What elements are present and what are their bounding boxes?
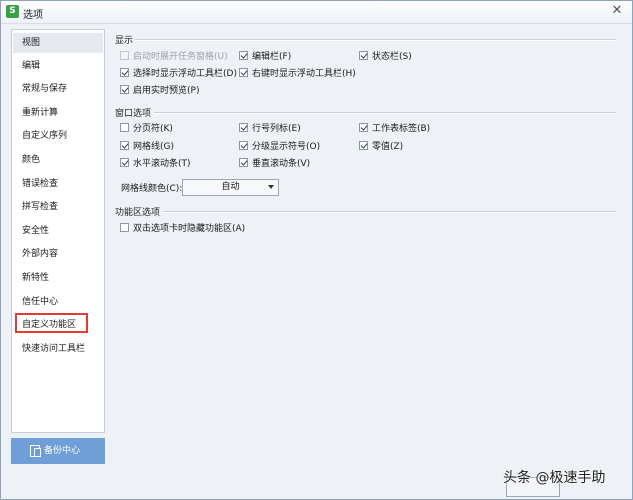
option-float-toolbar-rightclick[interactable]: 右键时显示浮动工具栏(H) — [239, 67, 356, 81]
sidebar-item-security[interactable]: 安全性 — [13, 221, 103, 241]
option-hide-ribbon-dblclick[interactable]: 双击选项卡时隐藏功能区(A) — [120, 222, 245, 236]
option-outline-symbols[interactable]: 分级显示符号(O) — [239, 140, 320, 154]
option-label: 垂直滚动条(V) — [252, 159, 311, 169]
divider — [154, 112, 616, 114]
option-label: 分级显示符号(O) — [252, 142, 321, 152]
option-label: 工作表标签(B) — [372, 124, 431, 134]
dialog-title: 选项 — [23, 10, 43, 21]
option-label: 启动时展开任务窗格(U) — [133, 52, 228, 62]
title-bar: S 选项 ✕ — [1, 1, 632, 24]
section-title-window-options: 窗口选项 — [115, 109, 152, 119]
checkbox[interactable] — [120, 123, 129, 132]
option-live-preview[interactable]: 启用实时预览(P) — [120, 84, 199, 98]
option-label: 启用实时预览(P) — [133, 86, 200, 96]
option-gridlines[interactable]: 网格线(G) — [120, 140, 174, 154]
option-label: 行号列标(E) — [252, 124, 301, 134]
gridline-color-select[interactable]: 自动 — [182, 179, 279, 196]
option-label: 选择时显示浮动工具栏(D) — [133, 69, 237, 79]
checkbox[interactable] — [239, 68, 248, 77]
sidebar-item-edit[interactable]: 编辑 — [13, 56, 103, 76]
option-horizontal-scrollbar[interactable]: 水平滚动条(T) — [120, 157, 191, 171]
highlight-box — [15, 313, 88, 333]
sidebar-item-custom-list[interactable]: 自定义序列 — [13, 126, 103, 146]
sidebar-item-quick-access-toolbar[interactable]: 快速访问工具栏 — [13, 339, 103, 359]
checkbox[interactable] — [120, 85, 129, 94]
divider — [135, 39, 616, 41]
gridline-color-value: 自动 — [221, 182, 240, 192]
sidebar-item-view[interactable]: 视图 — [13, 33, 103, 53]
close-icon[interactable]: ✕ — [606, 2, 628, 20]
option-label: 网格线(G) — [133, 142, 174, 152]
sidebar-item-recalculate[interactable]: 重新计算 — [13, 103, 103, 123]
option-label: 状态栏(S) — [372, 52, 412, 62]
option-row-col-headers[interactable]: 行号列标(E) — [239, 122, 301, 136]
sidebar-item-trust-center[interactable]: 信任中心 — [13, 292, 103, 312]
option-label: 零值(Z) — [372, 142, 404, 152]
option-vertical-scrollbar[interactable]: 垂直滚动条(V) — [239, 157, 310, 171]
sidebar-item-color[interactable]: 颜色 — [13, 150, 103, 170]
option-formula-bar[interactable]: 编辑栏(F) — [239, 50, 291, 64]
option-label: 编辑栏(F) — [252, 52, 292, 62]
sidebar-item-spell-check[interactable]: 拼写检查 — [13, 197, 103, 217]
watermark: 头条 @极速手助 — [503, 470, 606, 486]
checkbox[interactable] — [120, 68, 129, 77]
backup-center-button[interactable]: 备份中心 — [11, 438, 105, 464]
checkbox[interactable] — [359, 141, 368, 150]
sidebar: 视图 编辑 常规与保存 重新计算 自定义序列 颜色 错误检查 拼写检查 安全性 … — [11, 29, 105, 433]
option-page-breaks[interactable]: 分页符(K) — [120, 122, 173, 136]
checkbox[interactable] — [239, 141, 248, 150]
options-dialog: S 选项 ✕ 视图 编辑 常规与保存 重新计算 自定义序列 颜色 错误检查 拼写… — [0, 0, 633, 500]
sidebar-item-new-features[interactable]: 新特性 — [13, 268, 103, 288]
section-title-ribbon: 功能区选项 — [115, 208, 161, 218]
checkbox[interactable] — [120, 158, 129, 167]
backup-icon — [30, 445, 41, 457]
sidebar-item-external-content[interactable]: 外部内容 — [13, 244, 103, 264]
option-zero-values[interactable]: 零值(Z) — [359, 140, 403, 154]
option-label: 分页符(K) — [133, 124, 173, 134]
option-sheet-tabs[interactable]: 工作表标签(B) — [359, 122, 430, 136]
option-float-toolbar-select[interactable]: 选择时显示浮动工具栏(D) — [120, 67, 237, 81]
option-label: 双击选项卡时隐藏功能区(A) — [133, 224, 246, 234]
backup-center-label: 备份中心 — [44, 446, 81, 456]
checkbox[interactable] — [120, 141, 129, 150]
sidebar-item-general-save[interactable]: 常规与保存 — [13, 79, 103, 99]
checkbox[interactable] — [239, 123, 248, 132]
gridline-color-label: 网格线颜色(C): — [121, 184, 183, 194]
chevron-down-icon — [268, 185, 274, 189]
checkbox[interactable] — [359, 51, 368, 60]
section-title-display: 显示 — [115, 36, 134, 46]
checkbox[interactable] — [239, 158, 248, 167]
option-status-bar[interactable]: 状态栏(S) — [359, 50, 412, 64]
checkbox[interactable] — [120, 223, 129, 232]
option-expand-task-pane[interactable]: 启动时展开任务窗格(U) — [120, 50, 228, 64]
checkbox[interactable] — [359, 123, 368, 132]
app-icon: S — [6, 5, 19, 18]
option-label: 水平滚动条(T) — [133, 159, 191, 169]
sidebar-item-error-check[interactable]: 错误检查 — [13, 174, 103, 194]
checkbox[interactable] — [120, 51, 129, 60]
checkbox[interactable] — [239, 51, 248, 60]
option-label: 右键时显示浮动工具栏(H) — [252, 69, 356, 79]
divider — [163, 211, 616, 213]
